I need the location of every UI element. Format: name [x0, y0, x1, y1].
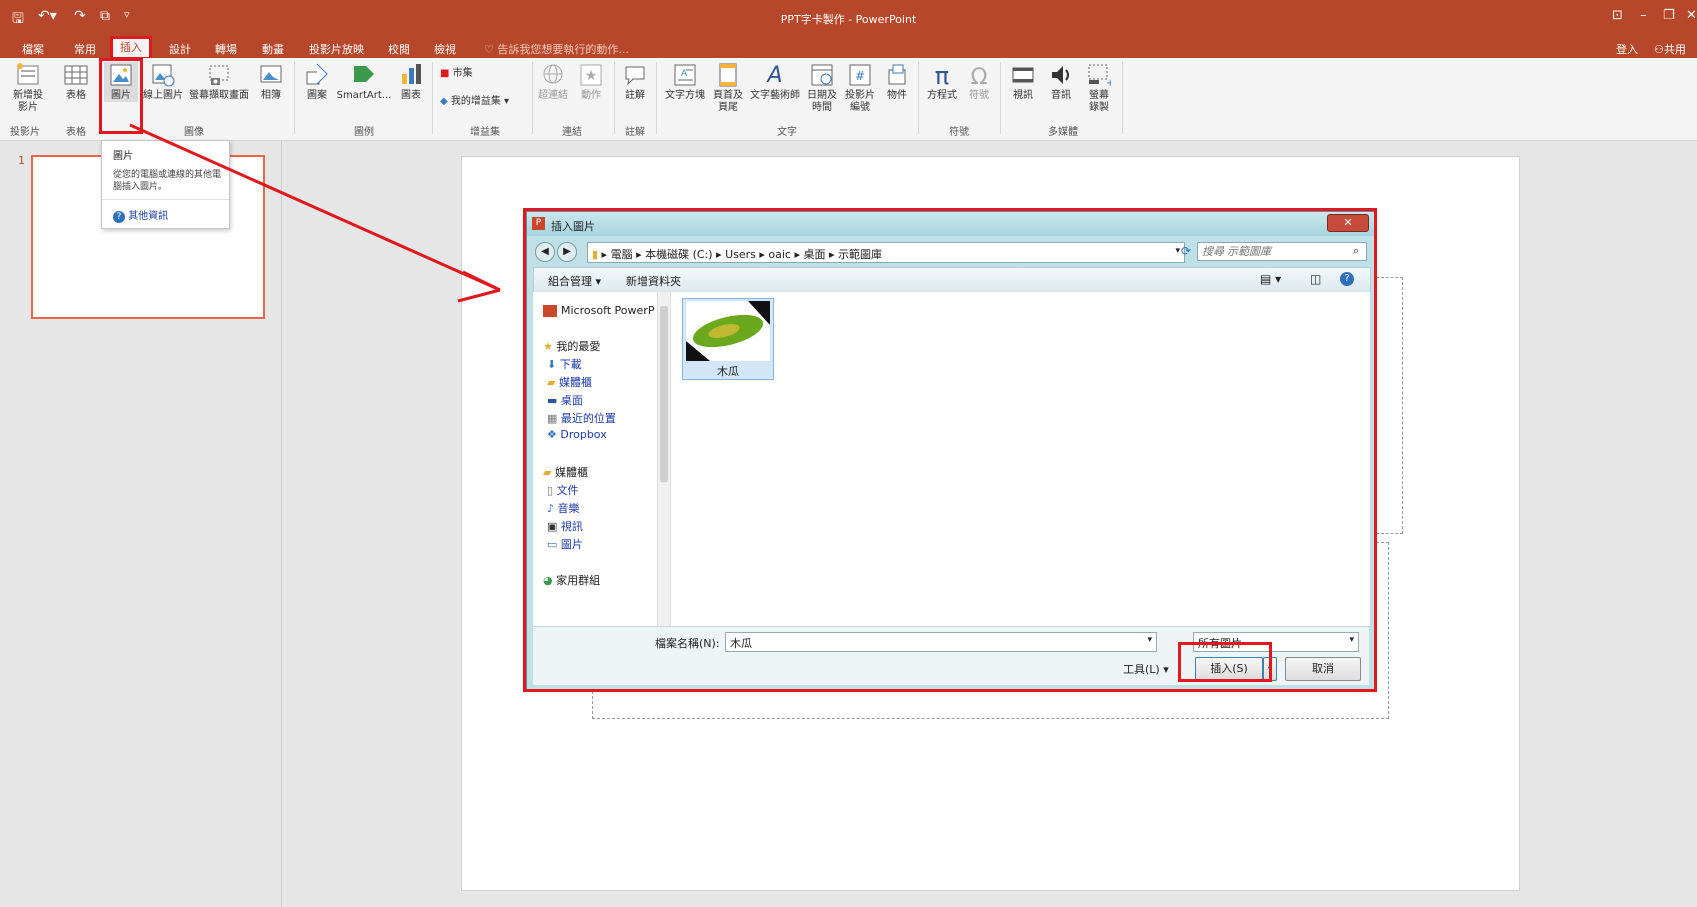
nav-item-documents[interactable]: ▯ 文件 — [547, 482, 579, 498]
breadcrumb-desktop[interactable]: 桌面 — [804, 248, 826, 261]
dialog-toolbar: 組合管理 ▾ 新增資料夾 ▤ ▾ ◫ ? — [533, 267, 1371, 293]
dialog-title-bar: P 插入圖片 ✕ — [527, 212, 1375, 236]
nav-item-downloads[interactable]: ⬇ 下載 — [547, 356, 582, 372]
nav-item-libraries-fav[interactable]: ▰ 媒體櫃 — [547, 374, 592, 390]
nav-item-homegroup[interactable]: ◕ 家用群組 — [543, 572, 600, 588]
breadcrumb[interactable]: ▮ ▸ 電腦 ▸ 本機磁碟 (C:) ▸ Users ▸ oaic ▸ 桌面 ▸… — [587, 242, 1185, 263]
new-folder-button[interactable]: 新增資料夾 — [626, 273, 681, 289]
desktop-icon: ▬ — [547, 394, 561, 407]
file-type-select[interactable]: 所有圖片 ▾ — [1193, 632, 1359, 652]
filename-input[interactable]: 木瓜 ▾ — [725, 632, 1157, 652]
preview-pane-icon[interactable]: ◫ — [1310, 272, 1321, 286]
nav-scrollbar[interactable] — [657, 292, 670, 626]
breadcrumb-folder[interactable]: 示範圖庫 — [838, 248, 882, 261]
refresh-icon[interactable]: ⟳ — [1181, 244, 1191, 258]
breadcrumb-drive[interactable]: 本機磁碟 (C:) — [645, 248, 712, 261]
breadcrumb-users[interactable]: Users — [725, 248, 756, 261]
search-icon[interactable]: ⌕ — [1353, 244, 1359, 258]
tools-button[interactable]: 工具(L) ▾ — [1123, 661, 1169, 677]
navigation-pane: Microsoft PowerP ★ 我的最愛 ⬇ 下載 ▰ 媒體櫃 ▬ 桌面 … — [533, 292, 670, 626]
powerpoint-icon: P — [532, 217, 545, 230]
chevron-down-icon[interactable]: ▾ — [1147, 635, 1152, 645]
breadcrumb-computer[interactable]: 電腦 — [611, 248, 633, 261]
nav-item-dropbox[interactable]: ❖ Dropbox — [547, 428, 607, 441]
cancel-button[interactable]: 取消 — [1285, 657, 1361, 681]
nav-item-videos[interactable]: ▣ 視訊 — [547, 518, 583, 534]
folder-icon: ▮ — [592, 248, 599, 261]
recent-icon: ▦ — [547, 412, 561, 425]
insert-dropdown-button[interactable]: ▾ — [1263, 657, 1277, 681]
download-icon: ⬇ — [547, 358, 560, 371]
back-button[interactable]: ◀ — [535, 242, 555, 262]
close-icon: ✕ — [1343, 216, 1353, 229]
nav-item-favorites[interactable]: ★ 我的最愛 — [543, 338, 600, 354]
insert-picture-dialog: P 插入圖片 ✕ ◀ ▶ ▮ ▸ 電腦 ▸ 本機磁碟 (C:) ▸ Users … — [526, 211, 1376, 691]
document-icon: ▯ — [547, 484, 557, 497]
forward-arrow-icon: ▶ — [563, 246, 571, 257]
path-dropdown-icon[interactable]: ▾ — [1175, 246, 1180, 256]
help-icon[interactable]: ? — [1340, 272, 1354, 286]
file-item-papaya[interactable]: 木瓜 — [682, 298, 774, 380]
star-icon: ★ — [543, 340, 557, 353]
nav-item-music[interactable]: ♪ 音樂 — [547, 500, 580, 516]
powerpoint-icon — [543, 305, 557, 317]
library-icon: ▰ — [547, 376, 559, 389]
file-name: 木瓜 — [717, 365, 739, 378]
dialog-title: 插入圖片 — [551, 220, 595, 233]
organize-button[interactable]: 組合管理 ▾ — [548, 273, 601, 289]
nav-item-desktop[interactable]: ▬ 桌面 — [547, 392, 583, 408]
dialog-footer: 檔案名稱(N): 木瓜 ▾ 所有圖片 ▾ 工具(L) ▾ 插入(S) ▾ 取消 — [533, 626, 1369, 685]
search-input[interactable] — [1197, 242, 1367, 261]
address-bar: ◀ ▶ ▮ ▸ 電腦 ▸ 本機磁碟 (C:) ▸ Users ▸ oaic ▸ … — [533, 240, 1369, 264]
view-options-icon[interactable]: ▤ ▾ — [1260, 272, 1281, 286]
chevron-down-icon: ▾ — [1267, 664, 1272, 673]
video-icon: ▣ — [547, 520, 561, 533]
dropbox-icon: ❖ — [547, 428, 561, 441]
nav-item-libraries[interactable]: ▰ 媒體櫃 — [543, 464, 588, 480]
breadcrumb-user[interactable]: oaic — [768, 248, 791, 261]
homegroup-icon: ◕ — [543, 574, 557, 587]
insert-button[interactable]: 插入(S) — [1195, 657, 1263, 681]
filename-label: 檔案名稱(N): — [655, 637, 720, 650]
library-icon: ▰ — [543, 466, 555, 479]
file-list-pane: 木瓜 — [670, 292, 1370, 626]
nav-item-pictures[interactable]: ▭ 圖片 — [547, 536, 583, 552]
papaya-thumbnail — [686, 301, 770, 361]
music-icon: ♪ — [547, 502, 558, 515]
back-arrow-icon: ◀ — [541, 246, 549, 257]
scrollbar-thumb[interactable] — [660, 306, 668, 482]
nav-item-recent[interactable]: ▦ 最近的位置 — [547, 410, 616, 426]
forward-button[interactable]: ▶ — [557, 242, 577, 262]
picture-icon: ▭ — [547, 538, 561, 551]
nav-item-powerpoint[interactable]: Microsoft PowerP — [543, 304, 654, 317]
dialog-close-button[interactable]: ✕ — [1327, 214, 1369, 232]
chevron-down-icon: ▾ — [1349, 635, 1354, 645]
